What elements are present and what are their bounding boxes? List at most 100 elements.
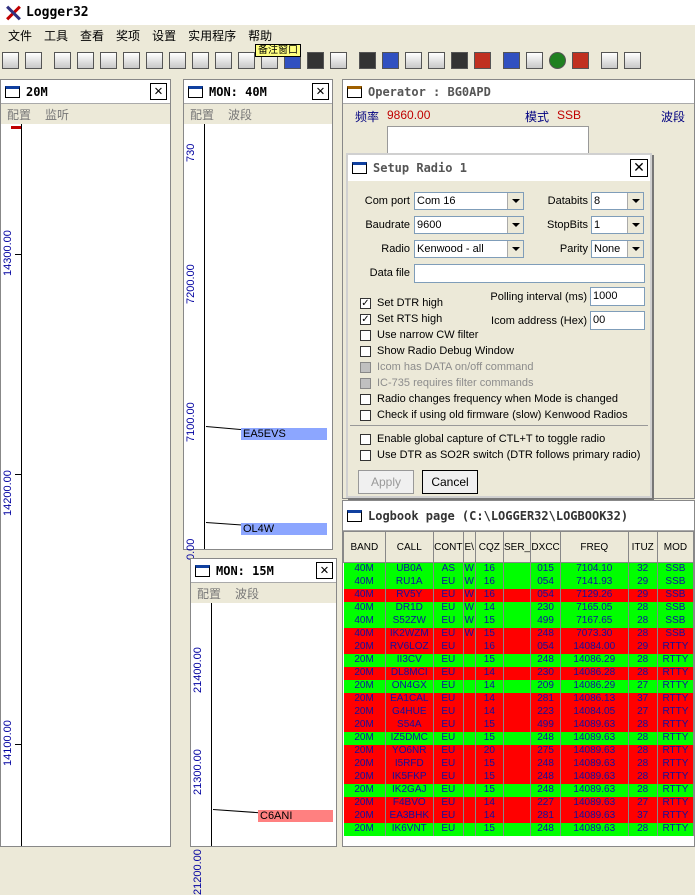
align-icon[interactable]: [624, 51, 641, 69]
comport-select[interactable]: Com 16: [414, 192, 524, 210]
print-icon[interactable]: [601, 51, 618, 69]
menu-band[interactable]: 波段: [228, 106, 252, 123]
menu-settings[interactable]: 设置: [146, 27, 182, 44]
bandmap-canvas[interactable]: 730 7200.00 7100.00 0.00 EA5EVS OL4W: [184, 124, 332, 560]
column-header[interactable]: SER_: [502, 531, 532, 563]
checkbox[interactable]: [360, 449, 371, 461]
stack-icon[interactable]: [503, 51, 520, 69]
edit-icon[interactable]: [77, 51, 94, 69]
setup-checkbox[interactable]: Show Radio Debug Window: [360, 344, 514, 358]
table-row[interactable]: 40M UB0A AS W 16 015 7104.10 32 SSB: [343, 562, 694, 576]
checkbox[interactable]: [360, 409, 371, 421]
table-row[interactable]: 20M IK2GAJ EU 15 248 14089.63 28 RTTY: [343, 783, 694, 797]
close-icon[interactable]: ✕: [150, 83, 167, 100]
icom-address-input[interactable]: 00: [590, 311, 645, 330]
setup-checkbox[interactable]: ✓ Set RTS high: [360, 312, 442, 326]
menu-view[interactable]: 查看: [74, 27, 110, 44]
table-row[interactable]: 20M EA3BHK EU 14 281 14089.63 37 RTTY: [343, 809, 694, 823]
chevron-down-icon[interactable]: [507, 217, 523, 233]
spot-label[interactable]: C6ANI: [258, 810, 333, 822]
menu-help[interactable]: 帮助: [242, 27, 278, 44]
setup-checkbox[interactable]: Radio changes frequency when Mode is cha…: [360, 392, 618, 406]
clock-icon[interactable]: [549, 51, 566, 69]
text-icon[interactable]: [330, 51, 347, 69]
table-icon[interactable]: [526, 51, 543, 69]
menu-utilities[interactable]: 实用程序: [182, 27, 242, 44]
bandmap-canvas[interactable]: 21400.00 21300.00 21200.00 C6ANI: [191, 603, 336, 895]
checkbox[interactable]: [360, 329, 371, 341]
column-header[interactable]: CQZ: [474, 531, 505, 563]
radio-icon[interactable]: [169, 51, 186, 69]
menu-listen[interactable]: 监听: [45, 106, 69, 123]
stopbits-select[interactable]: 1: [591, 216, 644, 234]
baudrate-select[interactable]: 9600: [414, 216, 524, 234]
copy-icon[interactable]: [2, 51, 19, 69]
checkbox[interactable]: [360, 393, 371, 405]
notes-icon[interactable]: [123, 51, 140, 69]
column-header[interactable]: BAND: [343, 531, 386, 563]
column-header[interactable]: MOD: [656, 531, 694, 563]
table-row[interactable]: 20M II3CV EU 15 248 14086.29 28 RTTY: [343, 653, 694, 667]
setup-checkbox[interactable]: Check if using old firmware (slow) Kenwo…: [360, 408, 628, 422]
cw-icon[interactable]: [451, 51, 468, 69]
column-header[interactable]: FREQ: [560, 531, 629, 563]
menu-config[interactable]: 配置: [197, 585, 221, 602]
column-header[interactable]: ITUZ: [627, 531, 658, 563]
chevron-down-icon[interactable]: [627, 193, 643, 209]
close-icon[interactable]: ✕: [630, 159, 648, 177]
hash-icon[interactable]: [428, 51, 445, 69]
checkbox[interactable]: [360, 345, 371, 357]
checkbox[interactable]: ✓: [360, 313, 371, 325]
cd-icon[interactable]: [572, 51, 589, 69]
table-row[interactable]: 40M S52ZW EU W 15 499 7167.65 28 SSB: [343, 614, 694, 628]
chevron-down-icon[interactable]: [507, 193, 523, 209]
table-row[interactable]: 40M DR1D EU W 14 230 7165.05 28 SSB: [343, 601, 694, 615]
table-row[interactable]: 20M G4HUE EU 14 223 14084.05 27 RTTY: [343, 705, 694, 719]
grid-icon[interactable]: [215, 51, 232, 69]
column-header[interactable]: CONT: [432, 531, 464, 563]
tree-icon[interactable]: [474, 51, 491, 69]
memo-window-icon[interactable]: [238, 51, 255, 69]
radio-select[interactable]: Kenwood - all: [414, 240, 524, 258]
menu-config[interactable]: 配置: [190, 106, 214, 123]
setup-checkbox[interactable]: Use narrow CW filter: [360, 328, 478, 342]
menu-file[interactable]: 文件: [2, 27, 38, 44]
chevron-down-icon[interactable]: [627, 241, 643, 257]
phone-icon[interactable]: [307, 51, 324, 69]
datafile-input[interactable]: [414, 264, 645, 283]
cancel-button[interactable]: Cancel: [422, 470, 478, 494]
checkbox[interactable]: ✓: [360, 297, 371, 309]
menu-config[interactable]: 配置: [7, 106, 31, 123]
table-row[interactable]: 20M IZ5DMC EU 15 248 14089.63 28 RTTY: [343, 731, 694, 745]
menu-awards[interactable]: 奖项: [110, 27, 146, 44]
close-icon[interactable]: ✕: [316, 562, 333, 579]
table-row[interactable]: 20M IK5FKP EU 15 248 14089.63 28 RTTY: [343, 770, 694, 784]
gear-icon[interactable]: [146, 51, 163, 69]
polling-input[interactable]: 1000: [590, 287, 645, 306]
parity-select[interactable]: None: [591, 240, 644, 258]
setup-checkbox[interactable]: ✓ Set DTR high: [360, 296, 443, 310]
chevron-down-icon[interactable]: [507, 241, 523, 257]
table-row[interactable]: 20M DL8MCI EU 14 230 14086.28 28 RTTY: [343, 666, 694, 680]
paste-icon[interactable]: [25, 51, 42, 69]
menu-tools[interactable]: 工具: [38, 27, 74, 44]
chevron-down-icon[interactable]: [627, 217, 643, 233]
spot-label[interactable]: OL4W: [241, 523, 327, 535]
databits-select[interactable]: 8: [591, 192, 644, 210]
setup-checkbox[interactable]: Use DTR as SO2R switch (DTR follows prim…: [360, 448, 640, 462]
table-row[interactable]: 40M IK2WZM EU W 15 248 7073.30 28 SSB: [343, 627, 694, 641]
fn-icon[interactable]: [405, 51, 422, 69]
run-icon[interactable]: [54, 51, 71, 69]
column-header[interactable]: CALL: [384, 531, 434, 563]
list-icon[interactable]: [100, 51, 117, 69]
column-header[interactable]: E\: [462, 531, 476, 563]
operator-callsign-field[interactable]: [387, 126, 589, 156]
monitor-icon[interactable]: [382, 51, 399, 69]
table-row[interactable]: 20M YO6NR EU 20 275 14089.63 28 RTTY: [343, 744, 694, 758]
table-row[interactable]: 20M EA1CAL EU 14 281 14086.13 37 RTTY: [343, 692, 694, 706]
table-row[interactable]: 40M RU1A EU W 16 054 7141.93 29 SSB: [343, 575, 694, 589]
table-row[interactable]: 20M ON4GX EU 14 209 14086.29 27 RTTY: [343, 679, 694, 693]
spot-label[interactable]: EA5EVS: [241, 428, 327, 440]
checkbox[interactable]: [360, 433, 371, 445]
table-row[interactable]: 20M IK6VNT EU 15 248 14089.63 28 RTTY: [343, 822, 694, 836]
